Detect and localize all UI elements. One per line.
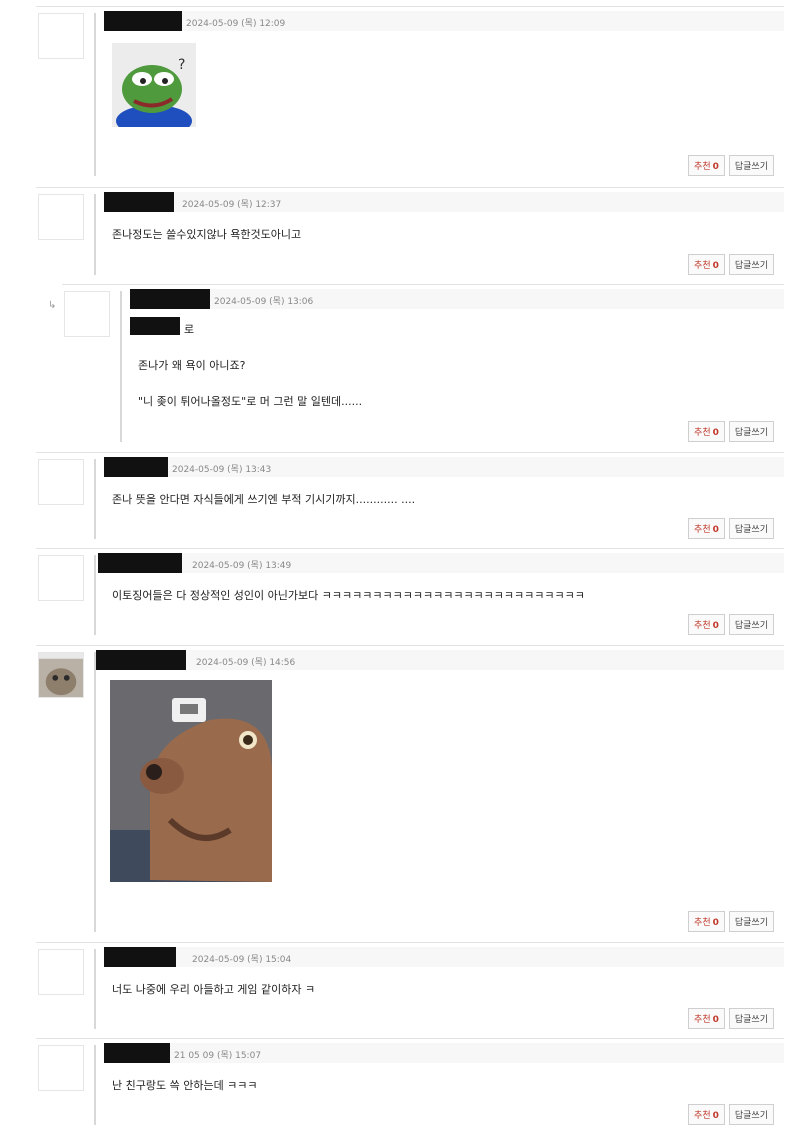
comment-header: 2024-05-09 (목) 12:09 xyxy=(104,11,784,31)
comment-header: 2024-05-09 (목) 15:04 xyxy=(104,947,784,967)
comment-text-2: "니 좆이 튀어나올정도"로 머 그런 말 일텐데...... xyxy=(138,395,363,408)
comment-header: 2024-05-09 (목) 13:49 xyxy=(98,553,784,573)
comment-5: 2024-05-09 (목) 13:49 이토징어들은 다 정상적인 성인이 아… xyxy=(36,548,784,641)
comment-8: 21 05 09 (목) 15:07 난 친구랑도 쓱 안하는데 ㅋㅋㅋ 추천 0… xyxy=(36,1038,784,1131)
comment-date: 2024-05-09 (목) 13:49 xyxy=(192,561,292,571)
comment-actions: 추천 0 답글쓰기 xyxy=(688,518,774,539)
recommend-button[interactable]: 추천 0 xyxy=(688,911,725,932)
redacted-username xyxy=(96,650,186,670)
comment-actions: 추천 0 답글쓰기 xyxy=(688,254,774,275)
reply-button[interactable]: 답글쓰기 xyxy=(728,614,774,635)
recommend-button[interactable]: 추천 0 xyxy=(688,421,725,442)
comment-actions: 추천 0 답글쓰기 xyxy=(688,1104,774,1125)
reply-button[interactable]: 답글쓰기 xyxy=(728,518,774,539)
thread-line xyxy=(94,652,96,932)
comment-6: 2024-05-09 (목) 14:56 추천 0 답글쓰기 xyxy=(36,645,784,938)
comment-2: 2024-05-09 (목) 12:37 존나정도는 쓸수있지않나 욕한것도아니… xyxy=(36,187,784,281)
avatar[interactable] xyxy=(38,949,84,995)
thread-line xyxy=(94,194,96,275)
comment-date: 2024-05-09 (목) 13:43 xyxy=(172,465,272,475)
avatar[interactable] xyxy=(38,13,84,59)
thread-line xyxy=(94,555,96,635)
avatar[interactable] xyxy=(38,1045,84,1091)
comment-text: 난 친구랑도 쓱 안하는데 ㅋㅋㅋ xyxy=(112,1079,258,1092)
comment-header: 2024-05-09 (목) 14:56 xyxy=(96,650,784,670)
comment-actions: 추천 0 답글쓰기 xyxy=(688,1008,774,1029)
comment-actions: 추천 0 답글쓰기 xyxy=(688,155,774,176)
comment-text: 존나 뜻을 안다면 자식들에게 쓰기엔 부적 기시기까지............… xyxy=(112,493,416,506)
avatar-cat-image[interactable] xyxy=(38,652,84,698)
comment-date: 2024-05-09 (목) 12:37 xyxy=(182,200,282,210)
recommend-button[interactable]: 추천 0 xyxy=(688,1104,725,1125)
dog-reaction-image xyxy=(110,680,272,882)
recommend-button[interactable]: 추천 0 xyxy=(688,1008,725,1029)
comment-text: 존나정도는 쓸수있지않나 욕한것도아니고 xyxy=(112,228,302,241)
avatar[interactable] xyxy=(38,459,84,505)
svg-text:?: ? xyxy=(178,57,185,73)
avatar[interactable] xyxy=(38,555,84,601)
comment-7: 2024-05-09 (목) 15:04 너도 나중에 우리 아들하고 게임 같… xyxy=(36,942,784,1035)
comment-header: 2024-05-09 (목) 13:43 xyxy=(104,457,784,477)
redacted-username xyxy=(104,457,168,477)
comment-4: 2024-05-09 (목) 13:43 존나 뜻을 안다면 자식들에게 쓰기엔… xyxy=(36,452,784,545)
reply-button[interactable]: 답글쓰기 xyxy=(728,155,774,176)
avatar[interactable] xyxy=(64,291,110,337)
comment-3-reply: 2024-05-09 (목) 13:06 로 존나가 왜 욕이 아니죠? "니 … xyxy=(62,284,784,448)
redacted-username xyxy=(104,192,174,212)
comment-text: 이토징어들은 다 정상적인 성인이 아닌가보다 ㅋㅋㅋㅋㅋㅋㅋㅋㅋㅋㅋㅋㅋㅋㅋㅋ… xyxy=(112,589,585,602)
comment-header: 2024-05-09 (목) 12:37 xyxy=(104,192,784,212)
comment-date: 2024-05-09 (목) 14:56 xyxy=(196,658,296,668)
avatar[interactable] xyxy=(38,194,84,240)
comment-date: 21 05 09 (목) 15:07 xyxy=(174,1051,262,1061)
reply-button[interactable]: 답글쓰기 xyxy=(728,254,774,275)
comment-1: 2024-05-09 (목) 12:09 ? 추천 0 답글쓰기 xyxy=(36,6,784,182)
comment-text: 너도 나중에 우리 아들하고 게임 같이하자 ㅋ xyxy=(112,983,316,996)
redacted-username xyxy=(104,1043,170,1063)
comment-text: 존나가 왜 욕이 아니죠? xyxy=(138,359,246,372)
redacted-mention xyxy=(130,317,180,335)
pepe-emoticon-image: ? xyxy=(112,43,196,127)
reply-button[interactable]: 답글쓰기 xyxy=(728,911,774,932)
recommend-button[interactable]: 추천 0 xyxy=(688,614,725,635)
recommend-button[interactable]: 추천 0 xyxy=(688,155,725,176)
recommend-button[interactable]: 추천 0 xyxy=(688,518,725,539)
comment-header: 21 05 09 (목) 15:07 xyxy=(104,1043,784,1063)
redacted-username xyxy=(130,289,210,309)
reply-button[interactable]: 답글쓰기 xyxy=(728,421,774,442)
reply-button[interactable]: 답글쓰기 xyxy=(728,1008,774,1029)
recommend-button[interactable]: 추천 0 xyxy=(688,254,725,275)
mention-suffix: 로 xyxy=(184,323,195,336)
reply-indicator-icon: ↳ xyxy=(48,300,57,311)
comment-date: 2024-05-09 (목) 15:04 xyxy=(192,955,292,965)
comment-date: 2024-05-09 (목) 13:06 xyxy=(214,297,314,307)
comment-actions: 추천 0 답글쓰기 xyxy=(688,421,774,442)
thread-line xyxy=(94,1045,96,1125)
comment-actions: 추천 0 답글쓰기 xyxy=(688,614,774,635)
thread-line xyxy=(94,949,96,1029)
redacted-username xyxy=(98,553,182,573)
comment-header: 2024-05-09 (목) 13:06 xyxy=(130,289,784,309)
redacted-username xyxy=(104,947,176,967)
comment-date: 2024-05-09 (목) 12:09 xyxy=(186,19,286,29)
comment-actions: 추천 0 답글쓰기 xyxy=(688,911,774,932)
thread-line xyxy=(94,459,96,539)
thread-line xyxy=(94,13,96,176)
thread-line xyxy=(120,291,122,442)
reply-button[interactable]: 답글쓰기 xyxy=(728,1104,774,1125)
redacted-username xyxy=(104,11,182,31)
